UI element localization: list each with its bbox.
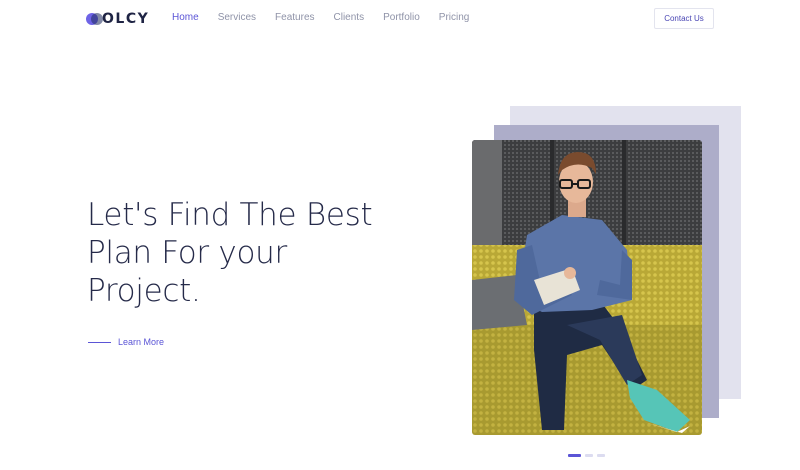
contact-us-button[interactable]: Contact Us	[654, 8, 714, 29]
nav-item-pricing[interactable]: Pricing	[439, 12, 470, 23]
hero-title-line-1: Let's Find The Best	[87, 197, 373, 233]
hero-title-line-3: Project.	[87, 273, 201, 309]
logo-icon	[86, 12, 103, 27]
nav-item-clients[interactable]: Clients	[334, 12, 365, 23]
learn-more-line	[88, 341, 111, 343]
learn-more-link[interactable]: Learn More	[88, 337, 164, 347]
main-nav: Home Services Features Clients Portfolio…	[172, 12, 488, 23]
brand-logo[interactable]: OLCY	[86, 9, 149, 29]
slider-dot-3[interactable]	[597, 454, 605, 457]
slider-dot-1[interactable]	[568, 454, 581, 457]
hero-photo	[472, 140, 702, 435]
nav-item-services[interactable]: Services	[218, 12, 256, 23]
nav-item-portfolio[interactable]: Portfolio	[383, 12, 420, 23]
slider-dot-2[interactable]	[585, 454, 593, 457]
learn-more-label: Learn More	[118, 337, 165, 347]
hero-title: Let's Find The Best Plan For your Projec…	[87, 196, 407, 310]
logo-text: OLCY	[102, 11, 150, 27]
slider-dots	[568, 454, 609, 457]
nav-item-home[interactable]: Home	[172, 12, 199, 23]
hero-title-line-2: Plan For your	[87, 235, 287, 271]
nav-item-features[interactable]: Features	[275, 12, 314, 23]
